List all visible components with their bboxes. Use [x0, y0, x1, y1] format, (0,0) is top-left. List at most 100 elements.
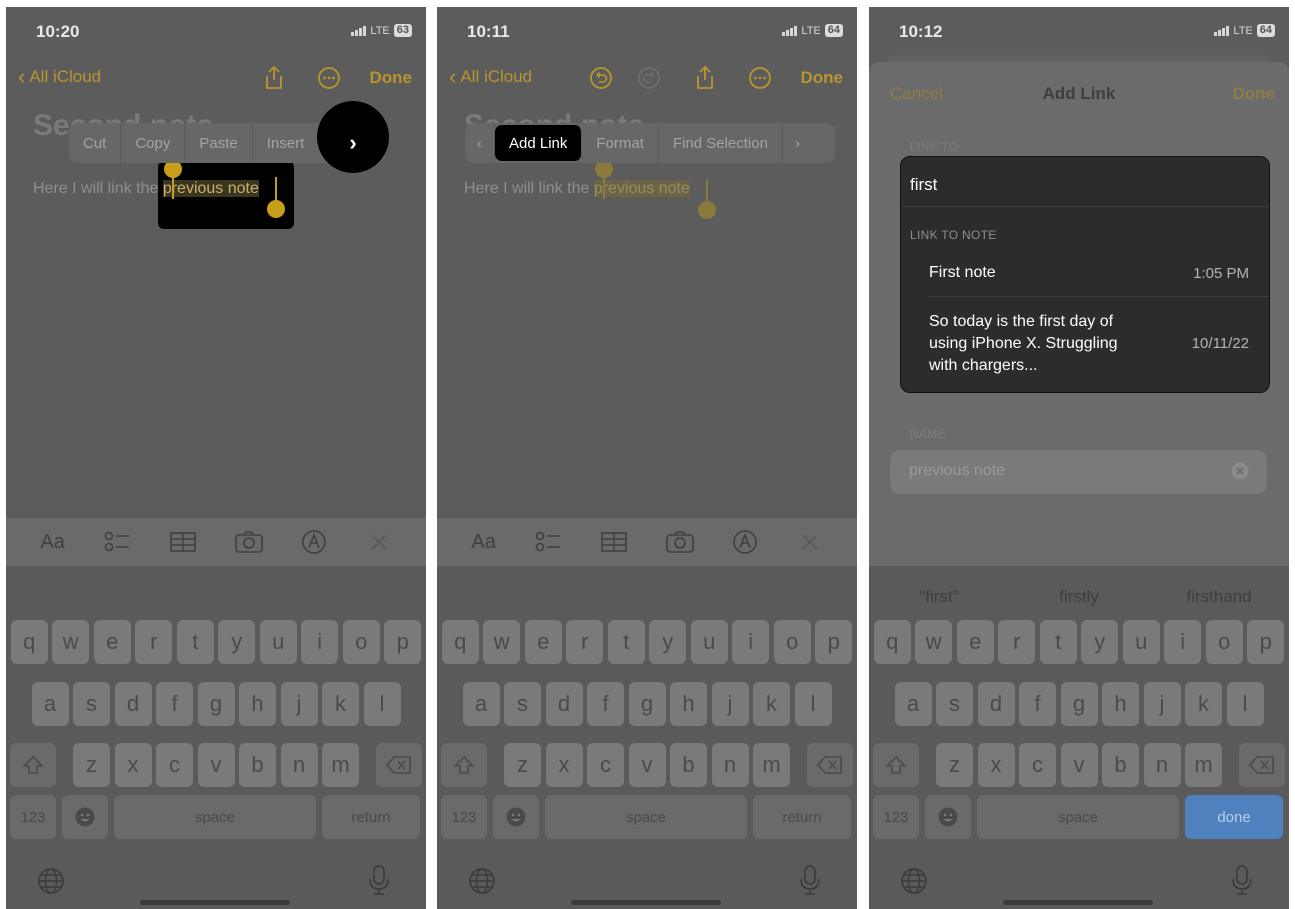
key-x[interactable]: x — [545, 743, 583, 787]
key-r[interactable]: r — [566, 620, 604, 664]
clear-icon[interactable] — [1231, 462, 1249, 480]
numbers-key[interactable]: 123 — [10, 795, 56, 839]
key-l[interactable]: l — [794, 682, 832, 726]
key-p[interactable]: p — [1247, 620, 1285, 664]
delete-key[interactable] — [1239, 743, 1285, 787]
key-u[interactable]: u — [1122, 620, 1160, 664]
selection-end-handle[interactable] — [698, 201, 716, 219]
more-icon[interactable] — [748, 65, 772, 91]
key-r[interactable]: r — [135, 620, 173, 664]
key-a[interactable]: a — [31, 682, 69, 726]
note-result-row[interactable]: First note 1:05 PM — [901, 250, 1269, 296]
key-b[interactable]: b — [670, 743, 707, 787]
text-format-button[interactable]: Aa — [464, 531, 504, 554]
key-w[interactable]: w — [915, 620, 953, 664]
return-key[interactable]: return — [322, 795, 420, 839]
key-u[interactable]: u — [259, 620, 297, 664]
share-icon[interactable] — [262, 65, 286, 91]
suggestion-item[interactable]: “first” — [869, 587, 1009, 607]
back-button[interactable]: ‹ All iCloud — [18, 66, 101, 88]
menu-paste[interactable]: Paste — [185, 123, 253, 163]
space-key[interactable]: space — [114, 795, 316, 839]
key-h[interactable]: h — [670, 682, 707, 726]
emoji-key[interactable] — [493, 795, 539, 839]
more-icon[interactable] — [317, 65, 341, 91]
globe-icon[interactable] — [467, 866, 497, 901]
key-v[interactable]: v — [628, 743, 666, 787]
selection-end-handle[interactable] — [267, 200, 285, 218]
key-k[interactable]: k — [322, 682, 359, 726]
suggestion-item[interactable]: firsthand — [1149, 587, 1289, 607]
key-m[interactable]: m — [1185, 743, 1222, 787]
key-n[interactable]: n — [280, 743, 318, 787]
menu-find-selection[interactable]: Find Selection — [659, 123, 783, 163]
menu-more-arrow[interactable]: › — [339, 123, 367, 163]
key-p[interactable]: p — [815, 620, 853, 664]
key-m[interactable]: m — [322, 743, 359, 787]
key-u[interactable]: u — [690, 620, 728, 664]
sheet-done-button[interactable]: Done — [1233, 84, 1276, 104]
key-y[interactable]: y — [649, 620, 687, 664]
menu-format[interactable]: Format — [582, 123, 659, 163]
note-body[interactable]: Here I will link the previous note — [464, 180, 690, 198]
key-q[interactable]: q — [10, 620, 48, 664]
key-y[interactable]: y — [1081, 620, 1119, 664]
menu-add-link[interactable]: Add Link — [495, 125, 583, 161]
menu-insert[interactable]: Insert — [253, 123, 319, 163]
key-v[interactable]: v — [197, 743, 235, 787]
key-l[interactable]: l — [363, 682, 401, 726]
key-t[interactable]: t — [176, 620, 214, 664]
emoji-key[interactable] — [925, 795, 971, 839]
key-z[interactable]: z — [73, 743, 110, 787]
key-w[interactable]: w — [52, 620, 90, 664]
key-j[interactable]: j — [1143, 682, 1181, 726]
key-g[interactable]: g — [197, 682, 235, 726]
globe-icon[interactable] — [36, 866, 66, 901]
return-key[interactable]: return — [753, 795, 851, 839]
close-icon[interactable] — [359, 532, 399, 552]
key-r[interactable]: r — [998, 620, 1036, 664]
key-d[interactable]: d — [545, 682, 583, 726]
link-to-input[interactable]: first — [910, 175, 937, 195]
key-j[interactable]: j — [711, 682, 749, 726]
shift-key[interactable] — [10, 743, 56, 787]
key-n[interactable]: n — [1143, 743, 1181, 787]
key-t[interactable]: t — [1039, 620, 1077, 664]
key-k[interactable]: k — [1185, 682, 1222, 726]
menu-cut[interactable]: Cut — [69, 123, 122, 163]
markup-pen-icon[interactable] — [725, 529, 765, 555]
microphone-icon[interactable] — [797, 864, 823, 901]
note-result-row[interactable]: So today is the first day of using iPhon… — [901, 297, 1269, 393]
key-o[interactable]: o — [773, 620, 811, 664]
checklist-icon[interactable] — [98, 530, 138, 554]
space-key[interactable]: space — [545, 795, 747, 839]
emoji-key[interactable] — [62, 795, 108, 839]
delete-key[interactable] — [376, 743, 422, 787]
key-l[interactable]: l — [1226, 682, 1264, 726]
key-z[interactable]: z — [936, 743, 973, 787]
key-h[interactable]: h — [239, 682, 276, 726]
key-h[interactable]: h — [1102, 682, 1139, 726]
key-f[interactable]: f — [587, 682, 624, 726]
menu-prev-arrow[interactable]: ‹ — [465, 123, 495, 163]
back-button[interactable]: ‹ All iCloud — [449, 66, 532, 88]
key-o[interactable]: o — [1205, 620, 1243, 664]
key-i[interactable]: i — [301, 620, 339, 664]
key-v[interactable]: v — [1060, 743, 1098, 787]
key-o[interactable]: o — [342, 620, 380, 664]
key-g[interactable]: g — [1060, 682, 1098, 726]
key-b[interactable]: b — [1102, 743, 1139, 787]
menu-next-arrow[interactable]: › — [783, 123, 812, 163]
key-n[interactable]: n — [711, 743, 749, 787]
key-i[interactable]: i — [1164, 620, 1202, 664]
camera-icon[interactable] — [660, 530, 700, 554]
key-s[interactable]: s — [504, 682, 541, 726]
text-format-button[interactable]: Aa — [33, 531, 73, 554]
key-s[interactable]: s — [73, 682, 110, 726]
delete-key[interactable] — [807, 743, 853, 787]
key-p[interactable]: p — [384, 620, 422, 664]
selected-text[interactable]: previous note — [162, 180, 259, 197]
table-icon[interactable] — [594, 530, 634, 554]
key-m[interactable]: m — [753, 743, 790, 787]
key-x[interactable]: x — [114, 743, 152, 787]
